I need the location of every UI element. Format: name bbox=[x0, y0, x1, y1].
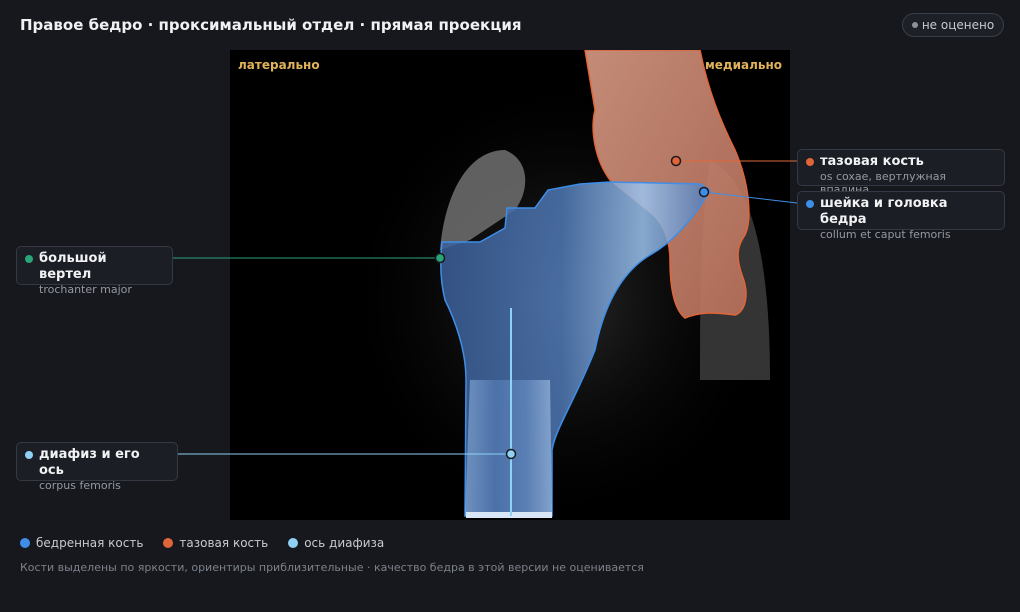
callout-femoral-neck-name: шейка и головка бедра bbox=[820, 196, 948, 227]
legend-item-femur: бедренная кость bbox=[20, 536, 143, 550]
callout-femoral-neck[interactable]: шейка и головка бедра collum et caput fe… bbox=[797, 191, 1005, 241]
callout-femoral-neck-dot bbox=[806, 200, 814, 208]
callout-femoral-shaft[interactable]: диафиз и его ось corpus femoris bbox=[16, 442, 178, 492]
legend-femur-dot bbox=[20, 538, 30, 548]
callout-greater-trochanter[interactable]: большой вертел trochanter major bbox=[16, 246, 173, 296]
legend-shaft-axis-label: ось диафиза bbox=[304, 536, 385, 550]
callout-pelvis-name: тазовая кость bbox=[820, 154, 924, 169]
legend-pelvis-label: тазовая кость bbox=[179, 536, 269, 550]
xray-image bbox=[340, 50, 780, 520]
callout-pelvis[interactable]: тазовая кость os coxae, вертлужная впади… bbox=[797, 149, 1005, 196]
image-bottom-edge bbox=[466, 512, 552, 518]
callout-femoral-shaft-dot bbox=[25, 451, 33, 459]
lateral-label: латерально bbox=[238, 58, 320, 72]
legend-item-shaft-axis: ось диафиза bbox=[288, 536, 384, 550]
callout-greater-trochanter-dot bbox=[25, 255, 33, 263]
legend-item-pelvis: тазовая кость bbox=[163, 536, 268, 550]
callout-femoral-shaft-name: диафиз и его ось bbox=[39, 447, 140, 478]
page-title: Правое бедро · проксимальный отдел · пря… bbox=[20, 16, 522, 34]
callout-greater-trochanter-latin: trochanter major bbox=[39, 283, 132, 296]
legend-pelvis-dot bbox=[163, 538, 174, 548]
xray-viewer[interactable]: латерально медиально bbox=[230, 50, 790, 520]
status-badge: не оценено bbox=[902, 13, 1004, 37]
status-dot-icon bbox=[911, 22, 918, 28]
femur-shaft-highlight bbox=[465, 380, 552, 516]
legend-femur-label: бедренная кость bbox=[36, 536, 144, 550]
legend: бедренная кость тазовая кость ось диафиз… bbox=[20, 536, 384, 550]
status-badge-label: не оценено bbox=[921, 18, 995, 32]
callout-femoral-shaft-latin: corpus femoris bbox=[39, 479, 121, 492]
callout-greater-trochanter-name: большой вертел bbox=[39, 251, 107, 282]
medial-label: медиально bbox=[704, 58, 782, 72]
legend-shaft-axis-dot bbox=[288, 538, 299, 548]
callout-femoral-neck-latin: collum et caput femoris bbox=[820, 228, 951, 241]
footnote: Кости выделены по яркости, ориентиры при… bbox=[20, 561, 644, 574]
callout-pelvis-dot bbox=[806, 158, 814, 166]
